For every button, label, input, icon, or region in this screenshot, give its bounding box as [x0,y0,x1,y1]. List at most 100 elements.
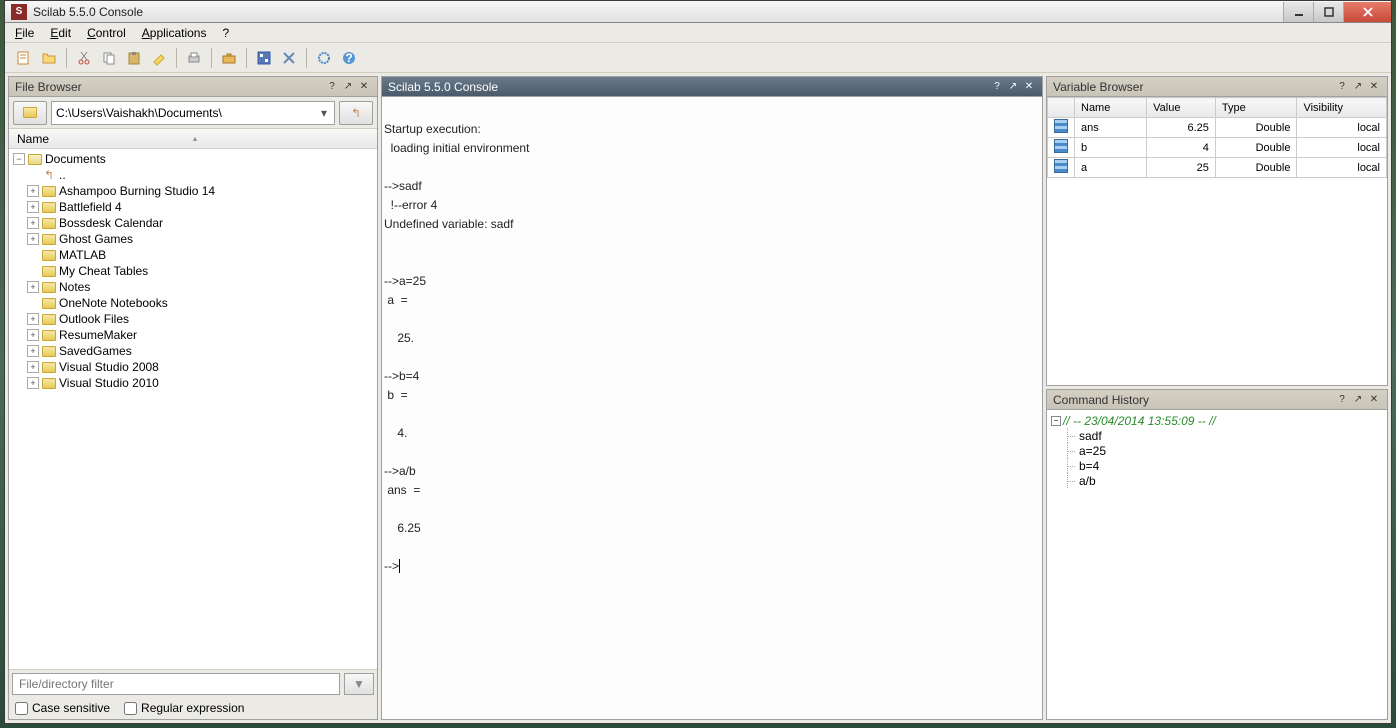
undock-icon[interactable]: ↗ [1006,80,1020,94]
variable-row[interactable]: ans6.25Doublelocal [1048,118,1387,138]
folder-icon [41,216,57,230]
undock-icon[interactable]: ↗ [341,80,355,94]
menu-control[interactable]: Control [81,24,132,42]
expand-icon[interactable]: + [27,329,39,341]
collapse-icon[interactable]: − [1051,416,1061,426]
expand-icon[interactable]: + [27,345,39,357]
menu-file[interactable]: File [9,24,40,42]
expand-icon[interactable]: + [27,313,39,325]
tree-item[interactable]: ↰.. [9,167,377,183]
menu-help[interactable]: ? [216,24,235,42]
variable-value: 25 [1147,158,1216,178]
expand-icon[interactable]: + [27,201,39,213]
help-panel-icon[interactable]: ? [990,80,1004,94]
cut-icon[interactable] [73,47,95,69]
tree-item[interactable]: MATLAB [9,247,377,263]
launch-scinotes-icon[interactable] [13,47,35,69]
visibility-column[interactable]: Visibility [1297,98,1387,118]
history-item[interactable]: a=25 [1051,443,1383,458]
up-folder-button[interactable]: ↰ [339,101,373,125]
maximize-button[interactable] [1313,2,1343,22]
chevron-down-icon[interactable]: ▾ [316,106,332,120]
tree-item[interactable]: +ResumeMaker [9,327,377,343]
close-panel-icon[interactable]: ✕ [1022,80,1036,94]
toolbar-sep [306,48,307,68]
tree-item[interactable]: +Ashampoo Burning Studio 14 [9,183,377,199]
close-panel-icon[interactable]: ✕ [1367,80,1381,94]
demos-icon[interactable] [313,47,335,69]
console-body[interactable]: Startup execution: loading initial envir… [382,97,1042,719]
tree-root[interactable]: − Documents [9,151,377,167]
tree-item[interactable]: + Ghost Games [9,231,377,247]
expand-icon[interactable]: + [27,377,39,389]
name-column[interactable]: Name [1075,98,1147,118]
folder-open-icon [27,152,43,166]
tree-item[interactable]: +Visual Studio 2010 [9,375,377,391]
icon-column[interactable] [1048,98,1075,118]
open-file-icon[interactable] [38,47,60,69]
filter-input[interactable] [12,673,340,695]
file-list-header[interactable]: Name ▴ [9,129,377,149]
filter-button[interactable]: ▼ [344,673,374,695]
variable-row[interactable]: a25Doublelocal [1048,158,1387,178]
file-browser-header[interactable]: File Browser ? ↗ ✕ [9,77,377,97]
tree-item-label: Ghost Games [59,232,133,246]
tree-item[interactable]: +Battlefield 4 [9,199,377,215]
variable-row[interactable]: b4Doublelocal [1048,138,1387,158]
type-column[interactable]: Type [1215,98,1297,118]
titlebar[interactable]: S Scilab 5.5.0 Console [5,1,1391,23]
file-browser-path-row: C:\Users\Vaishakh\Documents\ ▾ ↰ [9,97,377,129]
open-folder-button[interactable] [13,101,47,125]
expand-icon[interactable]: + [27,185,39,197]
clear-console-icon[interactable] [148,47,170,69]
console-header[interactable]: Scilab 5.5.0 Console ? ↗ ✕ [382,77,1042,97]
folder-icon [41,312,57,326]
tree-item[interactable]: +Bossdesk Calendar [9,215,377,231]
path-combo[interactable]: C:\Users\Vaishakh\Documents\ ▾ [51,101,335,125]
undock-icon[interactable]: ↗ [1351,393,1365,407]
close-button[interactable] [1343,2,1391,22]
tree-item[interactable]: +SavedGames [9,343,377,359]
case-sensitive-checkbox[interactable] [15,702,28,715]
file-tree[interactable]: − Documents ↰..+Ashampoo Burning Studio … [9,149,377,669]
regex-checkbox[interactable] [124,702,137,715]
preferences-icon[interactable] [278,47,300,69]
expand-icon[interactable]: + [27,281,39,293]
collapse-icon[interactable]: − [13,153,25,165]
menu-applications[interactable]: Applications [136,24,213,42]
help-panel-icon[interactable]: ? [1335,80,1349,94]
regex-check[interactable]: Regular expression [124,701,244,715]
expand-icon[interactable]: + [27,217,39,229]
expand-icon[interactable]: + [27,233,39,245]
close-panel-icon[interactable]: ✕ [1367,393,1381,407]
expand-icon[interactable]: + [27,361,39,373]
variable-browser-header[interactable]: Variable Browser ? ↗ ✕ [1047,77,1387,97]
value-column[interactable]: Value [1147,98,1216,118]
minimize-button[interactable] [1283,2,1313,22]
command-history-header[interactable]: Command History ? ↗ ✕ [1047,390,1387,410]
tree-item[interactable]: +Notes [9,279,377,295]
tree-item[interactable]: +Outlook Files [9,311,377,327]
paste-icon[interactable] [123,47,145,69]
print-icon[interactable] [183,47,205,69]
history-item[interactable]: sadf [1051,428,1383,443]
help-icon[interactable]: ? [338,47,360,69]
case-sensitive-check[interactable]: Case sensitive [15,701,110,715]
history-item[interactable]: a/b [1051,473,1383,488]
undock-icon[interactable]: ↗ [1351,80,1365,94]
xcos-icon[interactable] [253,47,275,69]
help-panel-icon[interactable]: ? [1335,393,1349,407]
history-session[interactable]: − // -- 23/04/2014 13:55:09 -- // [1051,414,1383,428]
tree-item[interactable]: +Visual Studio 2008 [9,359,377,375]
toolbox-icon[interactable] [218,47,240,69]
tree-item[interactable]: My Cheat Tables [9,263,377,279]
command-history-body[interactable]: − // -- 23/04/2014 13:55:09 -- // sadfa=… [1047,410,1387,719]
menu-edit[interactable]: Edit [44,24,77,42]
history-item[interactable]: b=4 [1051,458,1383,473]
tree-item[interactable]: OneNote Notebooks [9,295,377,311]
copy-icon[interactable] [98,47,120,69]
folder-icon [41,200,57,214]
help-panel-icon[interactable]: ? [325,80,339,94]
close-panel-icon[interactable]: ✕ [357,80,371,94]
variable-browser-body[interactable]: Name Value Type Visibility ans6.25Double… [1047,97,1387,385]
